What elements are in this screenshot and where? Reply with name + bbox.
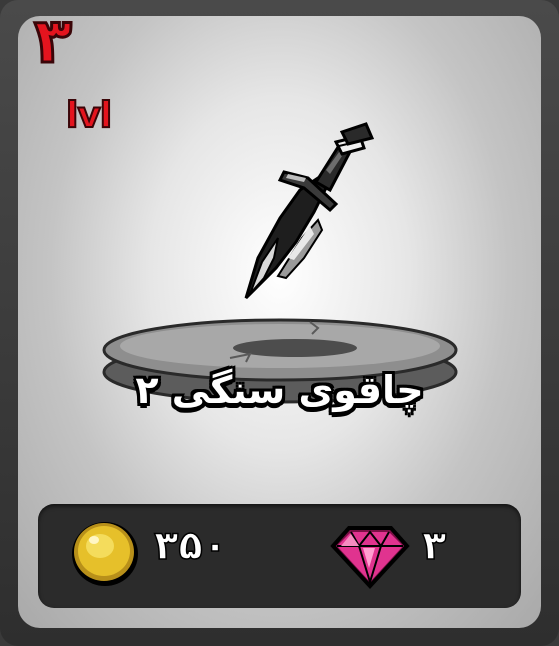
price-bar: ۳۵۰ ۳ [38, 504, 521, 608]
item-card-background: ۳ lvl چاقوی سنگی ۲ ۳۵۰ ۳ [18, 16, 541, 628]
gold-coin-icon[interactable] [70, 518, 140, 588]
stone-knife-icon [244, 122, 375, 300]
item-card[interactable]: ۳ lvl چاقوی سنگی ۲ ۳۵۰ ۳ [0, 0, 559, 646]
gem-price: ۳ [421, 523, 447, 569]
item-name: چاقوی سنگی ۲ [135, 368, 424, 412]
pink-gem-icon[interactable] [329, 524, 411, 590]
level-label: lvl [65, 95, 113, 136]
level-number: ۳ [33, 16, 74, 77]
coin-price: ۳۵۰ [153, 523, 228, 569]
